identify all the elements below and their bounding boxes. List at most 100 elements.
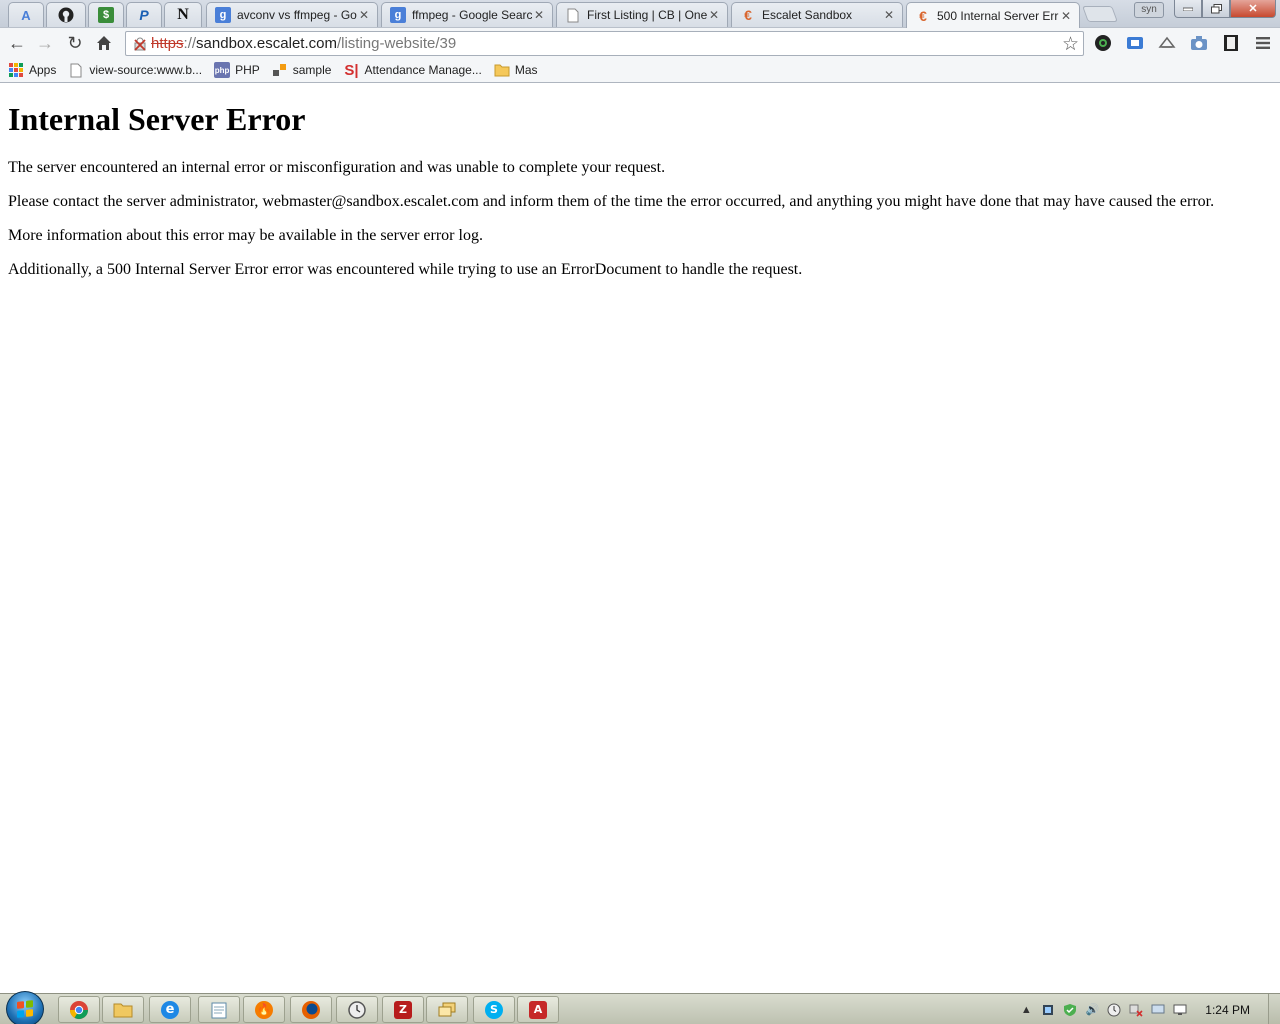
- extension-film-icon[interactable]: [1220, 33, 1242, 53]
- clock-tray-icon[interactable]: [1106, 1002, 1122, 1018]
- page-icon: [68, 62, 84, 78]
- bookmark-php[interactable]: php PHP: [210, 60, 264, 80]
- bookmark-folder-mas[interactable]: Mas: [490, 60, 542, 80]
- close-icon[interactable]: ✕: [357, 8, 371, 22]
- notion-icon: N: [177, 6, 189, 23]
- taskbar-remote-desktop[interactable]: [426, 996, 468, 1023]
- notepad-icon: [211, 1002, 227, 1018]
- url-path: /listing-website/39: [336, 35, 457, 52]
- security-shield-icon[interactable]: [1062, 1002, 1078, 1018]
- page-icon: [565, 7, 581, 23]
- paypal-icon: P: [139, 7, 149, 23]
- pinned-tab-paypal[interactable]: P: [126, 2, 162, 27]
- pinned-tab-github[interactable]: [46, 2, 86, 27]
- windows-stack-icon: [438, 1002, 456, 1016]
- tab-avconv-vs-ffmpeg[interactable]: g avconv vs ffmpeg - Go ✕: [206, 2, 378, 27]
- taskbar-acrobat[interactable]: A: [517, 996, 559, 1023]
- back-button[interactable]: ←: [5, 32, 29, 54]
- taskbar-clock-app[interactable]: [336, 996, 378, 1023]
- tab-title: ffmpeg - Google Searc: [412, 8, 532, 22]
- volume-icon[interactable]: 🔊: [1084, 1002, 1100, 1018]
- filezilla-icon: Z: [394, 1000, 412, 1019]
- pinned-tab-notion[interactable]: N: [164, 2, 202, 27]
- escalet-icon: €: [744, 7, 752, 23]
- browser-toolbar: ← → ↻ https://sandbox.escalet.com/listin…: [0, 27, 1280, 58]
- tab-strip: A $ P N g avconv vs ffmpeg - Go ✕ g ffmp…: [0, 0, 1280, 28]
- google-docs-icon: A: [21, 7, 31, 23]
- broken-lock-icon: [131, 36, 149, 52]
- page-content: Internal Server Error The server encount…: [0, 84, 1280, 993]
- url-scheme: https: [151, 35, 184, 52]
- taskbar-internet-explorer[interactable]: e: [149, 996, 191, 1023]
- tray-app-icon[interactable]: [1040, 1002, 1056, 1018]
- chrome-icon: [70, 1000, 88, 1019]
- extension-tools-icon[interactable]: [1156, 33, 1178, 53]
- bookmark-sample[interactable]: sample: [268, 60, 336, 80]
- pinned-tab-google-docs[interactable]: A: [8, 2, 44, 27]
- taskbar-burning-app[interactable]: 🔥: [243, 996, 285, 1023]
- network-error-icon[interactable]: [1128, 1002, 1144, 1018]
- skype-icon: S: [485, 1000, 503, 1019]
- home-button[interactable]: [92, 32, 116, 54]
- error-heading: Internal Server Error: [8, 101, 306, 137]
- close-icon[interactable]: ✕: [707, 8, 721, 22]
- taskbar-clock[interactable]: 1:24 PM: [1205, 1003, 1250, 1017]
- tab-title: 500 Internal Server Err: [937, 8, 1059, 23]
- close-window-button[interactable]: ✕: [1230, 0, 1276, 18]
- show-hidden-icons-icon[interactable]: ▲: [1018, 1002, 1034, 1018]
- new-tab-button[interactable]: [1082, 6, 1118, 22]
- reload-button[interactable]: ↻: [63, 32, 87, 54]
- taskbar-explorer[interactable]: [102, 996, 144, 1023]
- url-separator: ://: [183, 35, 197, 52]
- taskbar-filezilla[interactable]: Z: [382, 996, 424, 1023]
- firefox-icon: [302, 1000, 320, 1019]
- reload-icon: ↻: [67, 32, 83, 53]
- extension-screen-icon[interactable]: [1124, 33, 1146, 53]
- php-icon: php: [214, 62, 231, 78]
- close-icon[interactable]: ✕: [532, 8, 546, 22]
- taskbar-firefox[interactable]: [290, 996, 332, 1023]
- tab-ffmpeg-google-search[interactable]: g ffmpeg - Google Searc ✕: [381, 2, 553, 27]
- minimize-button[interactable]: [1174, 0, 1202, 18]
- bookmark-label: sample: [292, 63, 332, 77]
- money-icon: $: [98, 7, 114, 23]
- tab-first-listing[interactable]: First Listing | CB | One ✕: [556, 2, 728, 27]
- bookmark-view-source[interactable]: view-source:www.b...: [64, 60, 206, 80]
- close-icon[interactable]: ✕: [882, 8, 896, 22]
- bookmark-label: PHP: [235, 63, 260, 77]
- taskbar-notepad[interactable]: [198, 996, 240, 1023]
- tab-title: Escalet Sandbox: [762, 8, 853, 22]
- error-message: The server encountered an internal error…: [8, 159, 666, 176]
- bookmark-star-icon[interactable]: ☆: [1062, 33, 1079, 56]
- show-desktop-button[interactable]: [1268, 994, 1280, 1024]
- folder-icon: [113, 1003, 133, 1017]
- error-log-message: More information about this error may be…: [8, 227, 483, 244]
- sample-icon: [272, 62, 288, 78]
- profile-badge[interactable]: syn: [1134, 2, 1164, 18]
- address-bar[interactable]: https://sandbox.escalet.com/listing-webs…: [125, 31, 1084, 56]
- taskbar-chrome[interactable]: [58, 996, 100, 1023]
- bookmark-label: Apps: [29, 63, 57, 77]
- bookmark-apps[interactable]: Apps: [4, 60, 60, 80]
- tab-escalet-sandbox[interactable]: € Escalet Sandbox ✕: [731, 2, 903, 27]
- camera-icon[interactable]: [1188, 33, 1210, 53]
- bookmark-label: Attendance Manage...: [364, 63, 482, 77]
- bookmark-attendance[interactable]: S| Attendance Manage...: [339, 60, 485, 80]
- clock-app-icon: [348, 1000, 366, 1019]
- extension-lens-icon[interactable]: [1092, 33, 1114, 53]
- start-button[interactable]: [6, 991, 44, 1024]
- bookmarks-bar: Apps view-source:www.b... php PHP sample…: [0, 58, 1280, 83]
- github-icon: [58, 7, 74, 23]
- display-icon[interactable]: [1172, 1002, 1188, 1018]
- tab-500-internal-server-error[interactable]: € 500 Internal Server Err ✕: [906, 2, 1080, 28]
- tab-title: avconv vs ffmpeg - Go: [237, 8, 357, 22]
- forward-button[interactable]: →: [33, 32, 57, 54]
- restore-button[interactable]: [1202, 0, 1230, 18]
- taskbar-skype[interactable]: S: [473, 996, 515, 1023]
- action-center-icon[interactable]: [1150, 1002, 1166, 1018]
- pinned-tab-money[interactable]: $: [88, 2, 124, 27]
- close-icon[interactable]: ✕: [1059, 9, 1073, 23]
- apps-grid-icon: [8, 62, 24, 78]
- menu-icon[interactable]: [1252, 33, 1274, 53]
- window-controls: ✕: [1174, 0, 1276, 20]
